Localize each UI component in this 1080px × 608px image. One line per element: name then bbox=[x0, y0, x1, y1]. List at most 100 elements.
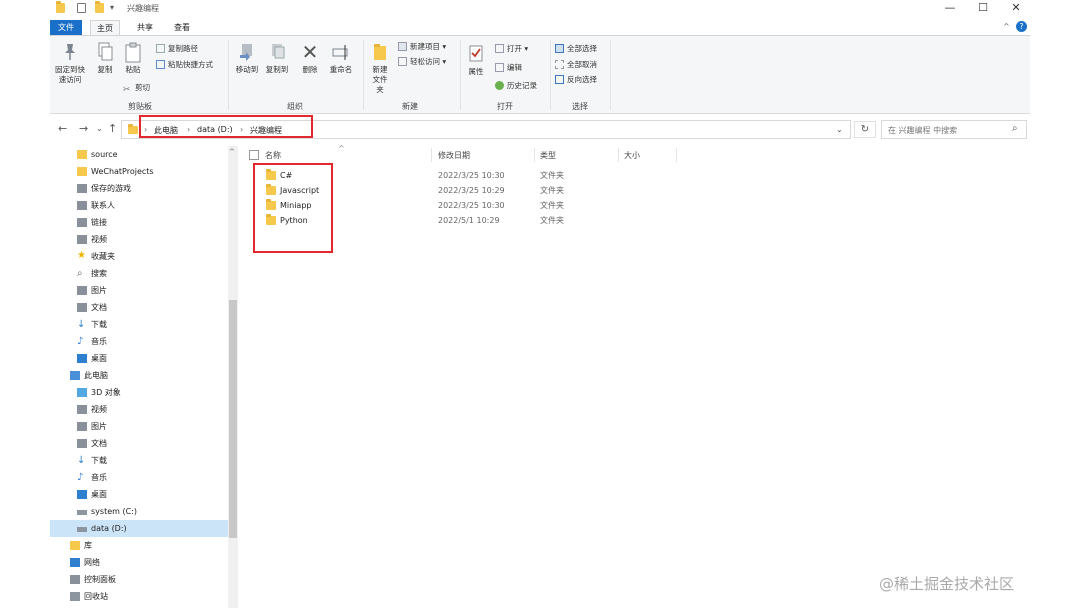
nav-item[interactable]: 视频 bbox=[50, 401, 230, 418]
help-icon[interactable]: ? bbox=[1016, 21, 1027, 32]
nav-item[interactable]: ⌕ 搜索 bbox=[50, 265, 230, 282]
paste-shortcut-label: 粘贴快捷方式 bbox=[168, 60, 213, 69]
column-size[interactable]: 大小 bbox=[624, 150, 640, 161]
tab-share[interactable]: 共享 bbox=[130, 20, 160, 35]
edit-button[interactable]: 编辑 bbox=[495, 63, 522, 73]
move-to-button[interactable]: 移动到 bbox=[233, 42, 261, 75]
nav-item[interactable]: 文档 bbox=[50, 435, 230, 452]
nav-item[interactable]: ★ 收藏夹 bbox=[50, 248, 230, 265]
nav-item[interactable]: 视频 bbox=[50, 231, 230, 248]
file-date: 2022/5/1 10:29 bbox=[438, 216, 500, 225]
refresh-icon[interactable]: ↻ bbox=[854, 121, 876, 138]
cube-icon bbox=[77, 388, 87, 397]
up-icon[interactable]: ↑ bbox=[108, 122, 117, 135]
search-icon[interactable]: ⌕ bbox=[1012, 123, 1018, 134]
search-input[interactable]: 在 兴趣编程 中搜索 ⌕ bbox=[881, 120, 1027, 139]
copy-path-button[interactable]: 复制路径 bbox=[156, 44, 198, 54]
nav-item[interactable]: 桌面 bbox=[50, 350, 230, 367]
nav-item[interactable]: 此电脑 bbox=[50, 367, 230, 384]
select-all-button[interactable]: 全部选择 bbox=[555, 44, 597, 54]
new-folder-button[interactable]: 新建文件夹 bbox=[366, 42, 394, 95]
copy-to-icon bbox=[268, 42, 286, 62]
select-none-button[interactable]: 全部取消 bbox=[555, 60, 597, 70]
column-type[interactable]: 类型 bbox=[540, 150, 556, 161]
nav-item[interactable]: 联系人 bbox=[50, 197, 230, 214]
column-divider[interactable] bbox=[618, 148, 619, 162]
contacts-icon bbox=[77, 201, 87, 210]
history-icon bbox=[495, 81, 504, 90]
nav-item[interactable]: 回收站 bbox=[50, 588, 230, 605]
edit-icon bbox=[495, 63, 504, 72]
nav-item[interactable]: ♪ 音乐 bbox=[50, 469, 230, 486]
ribbon-collapse-icon[interactable]: ^ bbox=[1003, 22, 1010, 31]
rename-button[interactable]: 重命名 bbox=[327, 42, 355, 75]
properties-button[interactable]: 属性 bbox=[463, 44, 489, 77]
nav-item[interactable]: 图片 bbox=[50, 282, 230, 299]
select-none-label: 全部取消 bbox=[567, 60, 597, 69]
nav-item[interactable]: source bbox=[50, 146, 230, 163]
download-icon: ↓ bbox=[77, 319, 86, 330]
scroll-up-icon[interactable]: ^ bbox=[229, 148, 235, 156]
file-type: 文件夹 bbox=[540, 216, 564, 225]
tab-view[interactable]: 查看 bbox=[167, 20, 197, 35]
nav-item[interactable]: ↓ 下载 bbox=[50, 452, 230, 469]
tab-home[interactable]: 主页 bbox=[90, 20, 120, 35]
highlight-box-address bbox=[139, 115, 313, 138]
address-dropdown-icon[interactable]: ⌄ bbox=[836, 125, 843, 134]
nav-item[interactable]: 保存的游戏 bbox=[50, 180, 230, 197]
clipboard-icon bbox=[124, 42, 142, 63]
forward-icon[interactable]: → bbox=[79, 122, 88, 135]
recent-dropdown-icon[interactable]: ⌄ bbox=[96, 124, 103, 133]
invert-selection-button[interactable]: 反向选择 bbox=[555, 75, 597, 85]
column-divider[interactable] bbox=[431, 148, 432, 162]
cut-button[interactable]: ✂ 剪切 bbox=[123, 83, 150, 95]
paste-button[interactable]: 粘贴 bbox=[121, 42, 145, 75]
pin-quick-access-button[interactable]: 固定到快速访问 bbox=[52, 42, 88, 85]
column-name[interactable]: 名称 bbox=[265, 150, 281, 161]
nav-item[interactable]: 链接 bbox=[50, 214, 230, 231]
drive-icon bbox=[77, 527, 87, 532]
open-button[interactable]: 打开 ▾ bbox=[495, 44, 528, 54]
history-button[interactable]: 历史记录 bbox=[495, 81, 537, 91]
nav-item-label: 音乐 bbox=[91, 337, 107, 346]
maximize-button[interactable]: ☐ bbox=[968, 1, 998, 15]
back-icon[interactable]: ← bbox=[58, 122, 67, 135]
nav-item[interactable]: 库 bbox=[50, 537, 230, 554]
properties-quick-icon[interactable] bbox=[77, 3, 86, 13]
select-all-checkbox[interactable] bbox=[249, 150, 259, 160]
paste-shortcut-button[interactable]: 粘贴快捷方式 bbox=[156, 60, 213, 70]
nav-item[interactable]: system (C:) bbox=[50, 503, 230, 520]
minimize-button[interactable]: — bbox=[935, 1, 965, 15]
column-date[interactable]: 修改日期 bbox=[438, 150, 470, 161]
copy-label: 复制 bbox=[97, 65, 113, 74]
easy-access-button[interactable]: 轻松访问 ▾ bbox=[398, 57, 446, 67]
nav-item[interactable]: WeChatProjects bbox=[50, 163, 230, 180]
nav-item[interactable]: 网络 bbox=[50, 554, 230, 571]
nav-item-label: 保存的游戏 bbox=[91, 184, 131, 193]
nav-item[interactable]: data (D:) bbox=[50, 520, 230, 537]
quick-access-dropdown-icon[interactable]: ▾ bbox=[110, 3, 114, 12]
ribbon-separator bbox=[460, 40, 461, 110]
window-title: 兴趣编程 bbox=[127, 4, 159, 13]
nav-scroll-thumb[interactable] bbox=[229, 300, 237, 538]
new-item-label: 新建项目 bbox=[410, 42, 440, 51]
folder-icon bbox=[56, 1, 65, 13]
tab-file[interactable]: 文件 bbox=[50, 20, 82, 35]
nav-item[interactable]: 控制面板 bbox=[50, 571, 230, 588]
nav-item[interactable]: ↓ 下载 bbox=[50, 316, 230, 333]
copy-button[interactable]: 复制 bbox=[93, 42, 117, 75]
nav-item[interactable]: 图片 bbox=[50, 418, 230, 435]
nav-item[interactable]: ♪ 音乐 bbox=[50, 333, 230, 350]
copy-to-button[interactable]: 复制到 bbox=[263, 42, 291, 75]
music-icon: ♪ bbox=[77, 336, 84, 347]
delete-button[interactable]: ✕ 删除 bbox=[298, 42, 322, 75]
close-button[interactable]: ✕ bbox=[1001, 1, 1031, 15]
nav-item[interactable]: 3D 对象 bbox=[50, 384, 230, 401]
new-folder-quick-icon[interactable] bbox=[95, 1, 104, 13]
search-placeholder: 在 兴趣编程 中搜索 bbox=[888, 126, 958, 135]
column-divider[interactable] bbox=[676, 148, 677, 162]
column-divider[interactable] bbox=[534, 148, 535, 162]
new-item-button[interactable]: 新建项目 ▾ bbox=[398, 42, 446, 52]
nav-item[interactable]: 桌面 bbox=[50, 486, 230, 503]
nav-item[interactable]: 文档 bbox=[50, 299, 230, 316]
